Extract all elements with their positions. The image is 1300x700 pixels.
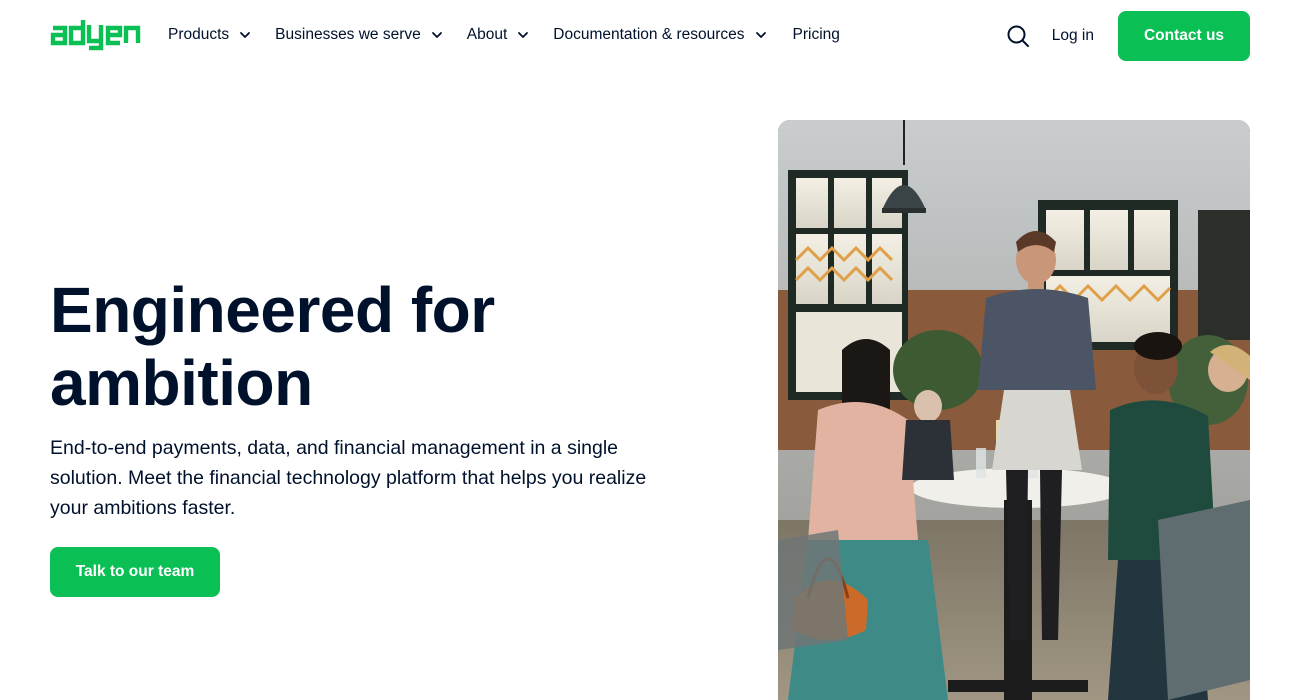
nav-item-label: About <box>466 26 508 43</box>
nav-item-documentation[interactable]: Documentation & resources <box>553 26 766 44</box>
search-icon[interactable] <box>1006 24 1030 48</box>
nav-item-label: Documentation & resources <box>553 26 745 43</box>
nav-item-label: Businesses we serve <box>275 26 421 43</box>
login-link[interactable]: Log in <box>1052 27 1094 45</box>
hero-subtitle: End-to-end payments, data, and financial… <box>50 437 647 519</box>
chevron-down-icon <box>517 29 529 41</box>
adyen-wordmark <box>50 20 141 51</box>
top-navigation: Products Businesses we serve About Docum… <box>0 0 1300 70</box>
nav-item-businesses[interactable]: Businesses we serve <box>275 26 443 44</box>
header-actions: Log in Contact us <box>1006 11 1250 61</box>
chevron-down-icon <box>431 29 443 41</box>
chevron-down-icon <box>239 29 251 41</box>
nav-item-about[interactable]: About <box>467 26 530 44</box>
hero-title: Engineered for ambition <box>50 274 710 420</box>
restaurant-scene-image <box>778 120 1250 700</box>
nav-item-label: Products <box>168 26 230 43</box>
contact-us-button[interactable]: Contact us <box>1118 11 1250 61</box>
nav-item-pricing[interactable]: Pricing <box>793 26 840 44</box>
adyen-logo[interactable] <box>50 19 144 51</box>
talk-to-our-team-button[interactable]: Talk to our team <box>50 547 220 597</box>
hero-title-line-2: ambition <box>50 347 313 419</box>
chevron-down-icon <box>755 29 767 41</box>
hero-title-line-1: Engineered for <box>50 274 495 346</box>
hero-video[interactable] <box>778 120 1250 700</box>
main-menu: Products Businesses we serve About Docum… <box>168 0 840 70</box>
nav-item-products[interactable]: Products <box>168 26 251 44</box>
nav-item-label: Pricing <box>792 26 840 43</box>
